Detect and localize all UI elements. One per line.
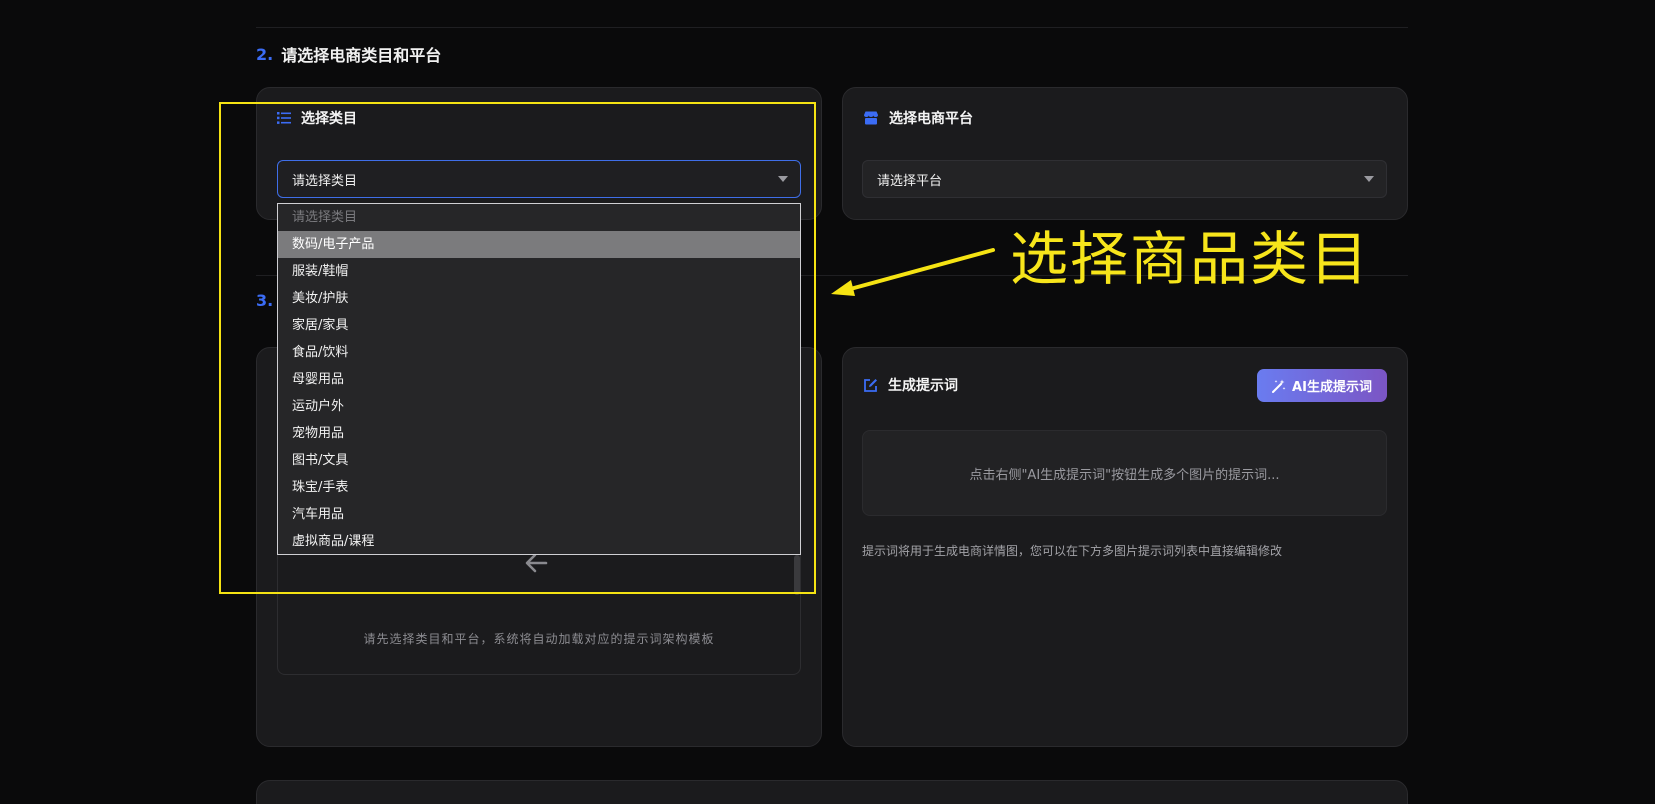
chevron-down-icon <box>1364 176 1374 182</box>
platform-select[interactable]: 请选择平台 <box>862 160 1387 198</box>
annotation-highlight-box <box>219 102 816 594</box>
page: 2. 请选择电商类目和平台 选择类目 请选择类目 选择电商平台 请选择平台 3.… <box>0 0 1655 804</box>
platform-card-title: 选择电商平台 <box>889 111 973 127</box>
divider-top <box>256 27 1408 28</box>
ai-generate-prompt-button[interactable]: AI生成提示词 <box>1257 369 1387 402</box>
annotation-arrow-icon <box>831 248 995 296</box>
platform-card-header: 选择电商平台 <box>863 108 973 128</box>
section-2-label: 请选择电商类目和平台 <box>281 46 442 65</box>
platform-select-value: 请选择平台 <box>877 173 943 189</box>
section-2-number: 2. <box>256 44 274 64</box>
store-icon <box>864 111 878 125</box>
ai-generate-prompt-label: AI生成提示词 <box>1292 380 1372 395</box>
annotation-callout-text: 选择商品类目 <box>1010 225 1371 293</box>
section-2-title: 2. 请选择电商类目和平台 <box>256 42 441 66</box>
prompt-hint-text: 提示词将用于生成电商详情图，您可以在下方多图片提示词列表中直接编辑修改 <box>862 544 1283 558</box>
prompt-card-header: 生成提示词 <box>863 375 958 395</box>
edit-icon <box>864 378 877 392</box>
magic-wand-icon <box>1272 379 1286 393</box>
platform-card: 选择电商平台 <box>842 87 1408 220</box>
template-hint-text: 请先选择类目和平台，系统将自动加载对应的提示词架构模板 <box>363 632 715 646</box>
prompt-output-box[interactable]: 点击右侧"AI生成提示词"按钮生成多个图片的提示词... <box>862 430 1387 516</box>
next-section-card <box>256 780 1408 804</box>
prompt-card-title: 生成提示词 <box>888 378 958 394</box>
prompt-placeholder: 点击右侧"AI生成提示词"按钮生成多个图片的提示词... <box>969 467 1280 483</box>
